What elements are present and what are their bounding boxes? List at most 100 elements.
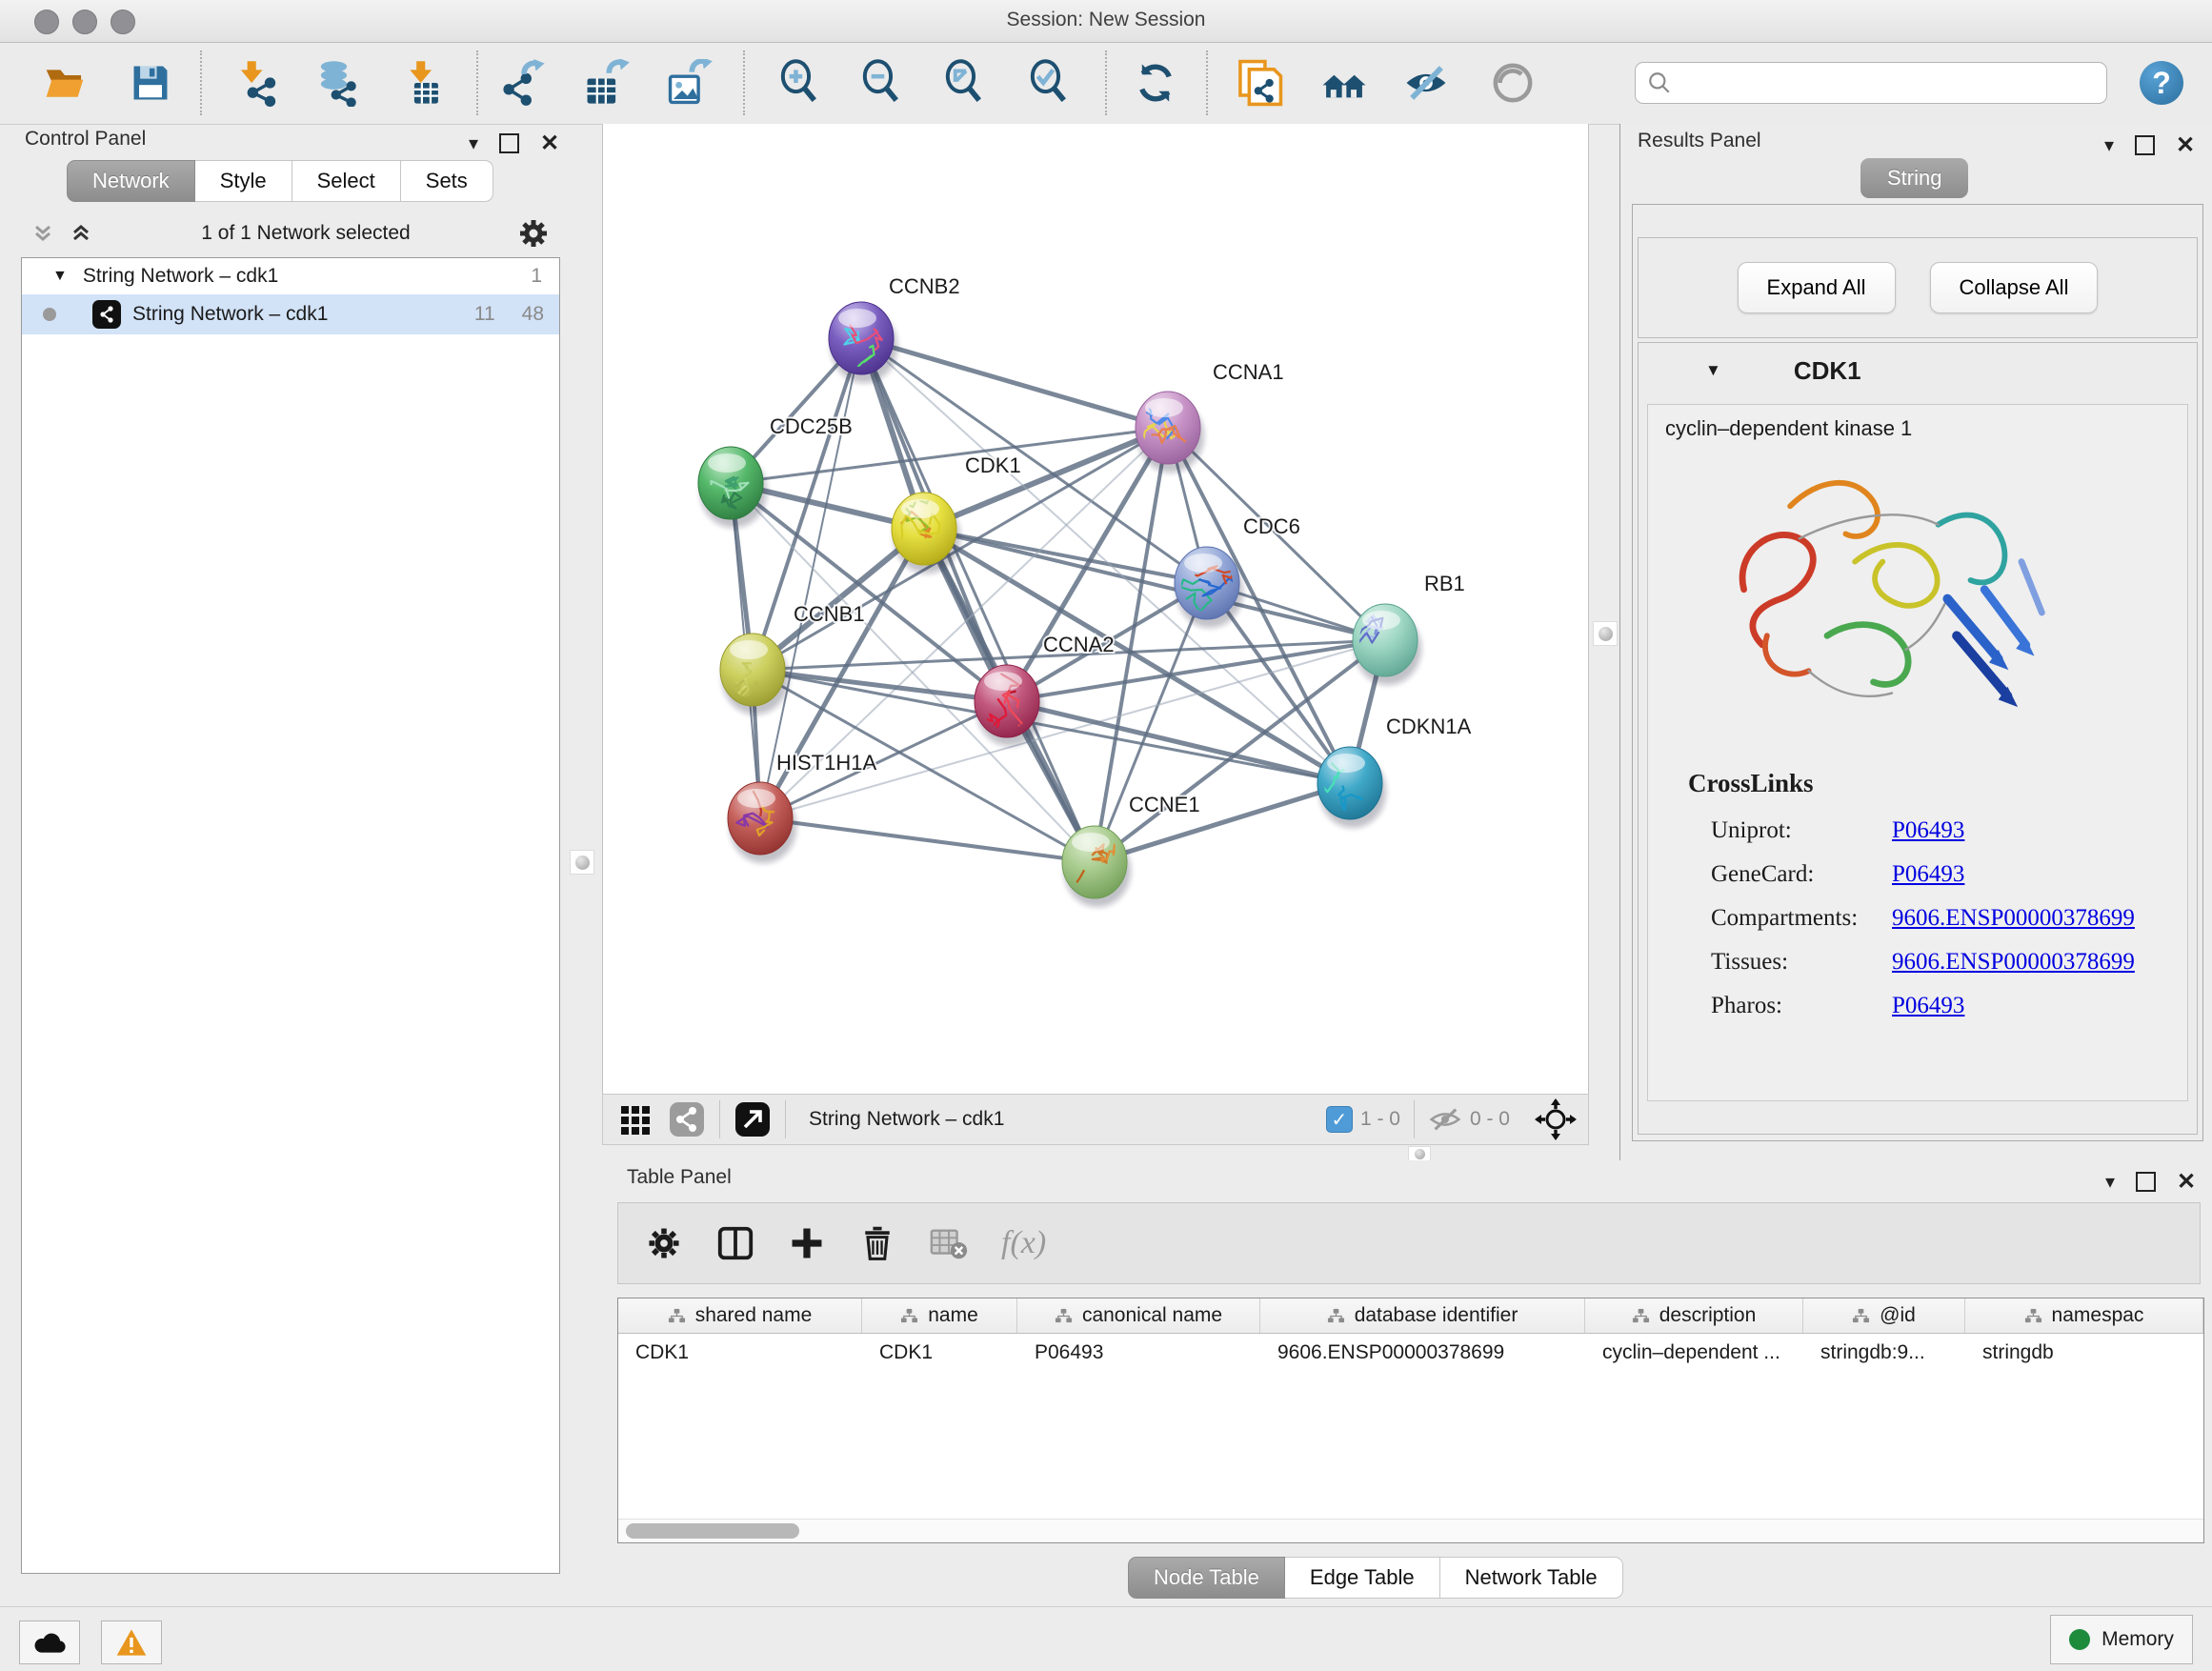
expand-all-button[interactable]: Expand All xyxy=(1738,262,1896,313)
column-header-canonicalname[interactable]: canonical name xyxy=(1017,1299,1260,1333)
function-builder-icon[interactable]: f(x) xyxy=(1001,1225,1046,1261)
scrollbar-thumb[interactable] xyxy=(626,1523,799,1539)
table-cell[interactable]: stringdb xyxy=(1965,1334,2203,1372)
tab-style[interactable]: Style xyxy=(195,160,292,202)
cloud-status-button[interactable] xyxy=(19,1621,80,1664)
add-column-plus-icon[interactable] xyxy=(788,1224,826,1262)
network-graph[interactable]: CCNB2CCNA1CDC25BCDK1CDC6RB1CCNB1CCNA2CDK… xyxy=(603,124,1588,1092)
right-splitter-handle[interactable] xyxy=(1593,621,1618,646)
table-cell[interactable]: stringdb:9... xyxy=(1803,1334,1965,1372)
panel-menu-icon[interactable]: ▾ xyxy=(2105,1170,2115,1194)
network-node-CCNB2[interactable]: CCNB2 xyxy=(829,274,960,388)
panel-float-icon[interactable] xyxy=(2135,135,2155,155)
import-network-from-file-button[interactable] xyxy=(231,56,285,110)
zoom-out-button[interactable] xyxy=(855,56,909,110)
memory-button[interactable]: Memory xyxy=(2050,1615,2193,1664)
hidden-eye-slash-icon[interactable] xyxy=(1428,1104,1462,1135)
table-cell[interactable]: cyclin–dependent ... xyxy=(1585,1334,1803,1372)
table-row[interactable]: CDK1CDK1P064939606.ENSP00000378699cyclin… xyxy=(618,1334,2203,1372)
fit-content-button[interactable] xyxy=(938,56,992,110)
network-row[interactable]: String Network – cdk1 11 48 xyxy=(22,294,559,334)
zoom-selected-button[interactable] xyxy=(1023,56,1076,110)
panel-close-icon[interactable]: ✕ xyxy=(2176,131,2195,159)
export-image-button[interactable] xyxy=(663,56,716,110)
tab-select[interactable]: Select xyxy=(292,160,401,202)
network-edge-CCNB1-CCNA2[interactable] xyxy=(753,670,1007,701)
search-box[interactable] xyxy=(1635,62,2107,104)
table-horizontal-scrollbar[interactable] xyxy=(618,1519,2203,1542)
entry-header[interactable]: ▼ CDK1 xyxy=(1639,343,2197,398)
left-splitter-handle[interactable] xyxy=(570,850,594,875)
network-canvas[interactable]: CCNB2CCNA1CDC25BCDK1CDC6RB1CCNB1CCNA2CDK… xyxy=(602,124,1589,1094)
tree-expander-icon[interactable]: ▼ xyxy=(52,268,68,285)
open-session-button[interactable] xyxy=(38,56,91,110)
column-header-description[interactable]: description xyxy=(1585,1299,1803,1333)
table-cell[interactable]: 9606.ENSP00000378699 xyxy=(1260,1334,1585,1372)
table-cell[interactable]: P06493 xyxy=(1017,1334,1260,1372)
delete-table-icon[interactable] xyxy=(929,1223,969,1263)
network-node-RB1[interactable]: RB1 xyxy=(1349,572,1465,685)
network-edge-CCNB2-CCNE1[interactable] xyxy=(861,338,1095,862)
import-table-button[interactable] xyxy=(396,56,450,110)
zoom-in-button[interactable] xyxy=(774,56,827,110)
crosslink-link[interactable]: P06493 xyxy=(1892,993,1964,1019)
panel-float-icon[interactable] xyxy=(2136,1172,2156,1192)
string-import-button[interactable] xyxy=(1233,56,1286,110)
table-cell[interactable]: CDK1 xyxy=(618,1334,862,1372)
delete-column-trash-icon[interactable] xyxy=(858,1224,896,1262)
network-edge-HIST1H1A-CCNE1[interactable] xyxy=(760,818,1095,862)
birdseye-crosshair-icon[interactable] xyxy=(1535,1098,1577,1140)
column-header-id[interactable]: @id xyxy=(1803,1299,1965,1333)
network-node-CCNA1[interactable]: CCNA1 xyxy=(1134,360,1284,473)
bottom-splitter-handle[interactable] xyxy=(1408,1146,1431,1161)
tab-node-table[interactable]: Node Table xyxy=(1128,1557,1285,1599)
crosslink-link[interactable]: P06493 xyxy=(1892,861,1964,888)
tab-network-table[interactable]: Network Table xyxy=(1440,1557,1623,1599)
grid-view-icon[interactable] xyxy=(618,1101,654,1137)
panel-float-icon[interactable] xyxy=(499,133,519,153)
hide-unhide-button[interactable] xyxy=(1399,56,1453,110)
column-header-name[interactable]: name xyxy=(862,1299,1017,1333)
crosslink-link[interactable]: 9606.ENSP00000378699 xyxy=(1892,905,2135,932)
tab-sets[interactable]: Sets xyxy=(401,160,493,202)
panel-close-icon[interactable]: ✕ xyxy=(2177,1168,2196,1196)
collapse-all-button[interactable]: Collapse All xyxy=(1930,262,2099,313)
table-settings-gear-icon[interactable] xyxy=(645,1224,683,1262)
panel-menu-icon[interactable]: ▾ xyxy=(2104,133,2114,157)
column-header-namespac[interactable]: namespac xyxy=(1965,1299,2203,1333)
tab-network[interactable]: Network xyxy=(67,160,195,202)
collapse-all-icon[interactable] xyxy=(29,219,57,248)
help-button[interactable]: ? xyxy=(2140,61,2183,105)
panel-menu-icon[interactable]: ▾ xyxy=(469,131,478,155)
column-type-icon xyxy=(1055,1307,1073,1325)
panel-close-icon[interactable]: ✕ xyxy=(540,130,559,157)
column-header-databaseidentifier[interactable]: database identifier xyxy=(1260,1299,1585,1333)
tab-edge-table[interactable]: Edge Table xyxy=(1285,1557,1440,1599)
crosslink-link[interactable]: 9606.ENSP00000378699 xyxy=(1892,949,2135,976)
tab-string[interactable]: String xyxy=(1860,158,1968,198)
column-header-sharedname[interactable]: shared name xyxy=(618,1299,862,1333)
selected-checkbox-icon[interactable]: ✓ xyxy=(1326,1106,1353,1133)
export-table-button[interactable] xyxy=(580,56,633,110)
open-in-new-window-icon[interactable] xyxy=(734,1100,772,1138)
network-collection-row[interactable]: ▼ String Network – cdk1 1 xyxy=(22,258,559,294)
save-session-button[interactable] xyxy=(124,56,177,110)
network-edge-CCNB2-HIST1H1A[interactable] xyxy=(760,338,861,818)
network-view-icon[interactable] xyxy=(668,1100,706,1138)
show-eye-button[interactable] xyxy=(1486,56,1539,110)
network-edge-CCNB2-CCNA1[interactable] xyxy=(861,338,1168,428)
import-network-from-database-button[interactable] xyxy=(312,56,365,110)
network-node-CCNB1[interactable]: CCNB1 xyxy=(715,602,864,715)
table-cell[interactable]: CDK1 xyxy=(862,1334,1017,1372)
cybrowser-home-button[interactable] xyxy=(1317,56,1371,110)
crosslink-link[interactable]: P06493 xyxy=(1892,817,1964,844)
export-network-button[interactable] xyxy=(497,56,551,110)
gear-icon[interactable] xyxy=(516,216,551,251)
warning-status-button[interactable] xyxy=(101,1621,162,1664)
show-columns-icon[interactable] xyxy=(715,1223,755,1263)
entry-expander-icon[interactable]: ▼ xyxy=(1705,361,1721,380)
expand-all-icon[interactable] xyxy=(67,219,95,248)
network-node-CCNA2[interactable]: CCNA2 xyxy=(975,633,1115,746)
apply-layout-button[interactable] xyxy=(1129,56,1182,110)
search-input[interactable] xyxy=(1672,71,2106,95)
